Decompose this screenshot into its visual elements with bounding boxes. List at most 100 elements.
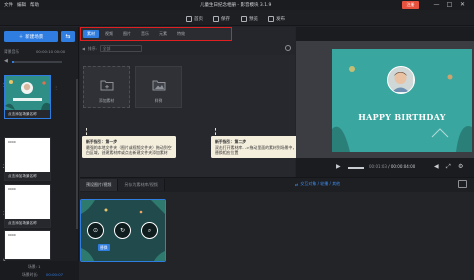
scene-caption[interactable]: 点击添加场景名称 [5,219,50,227]
window-title: 儿童生日纪念相册 - 影音模块 3.1.9 [200,3,272,8]
back-icon[interactable]: ◀ [82,46,85,51]
tip-pointer [86,128,87,135]
plus-icon: ＋ [18,34,24,40]
register-button[interactable]: 注册 [402,1,419,9]
sample-asset[interactable]: 样例 [135,66,182,108]
scene-badge: 0000 [7,187,17,191]
publish-icon [268,15,274,22]
preview-progress[interactable] [348,167,364,169]
add-folder-asset[interactable]: 添加素材 [83,66,130,108]
scene-item[interactable]: 0000 点击添加场景名称 [4,184,51,228]
category-tabs: 素材 视频 图片 音乐 元素 特效 [80,27,232,41]
maximize-button[interactable]: □ [445,1,454,9]
tip-title: 新手指引：第二步 [215,139,247,144]
birthday-photo [387,66,415,94]
position-label: 背景音乐 [4,49,20,54]
scene-options-button[interactable]: ⇆ [61,31,75,42]
minimize-button[interactable]: — [432,1,441,9]
toolbar-preview-label: 预览 [249,16,258,22]
preview-time-total: 00:00:04:00 [390,164,416,169]
preview-canvas: HAPPY BIRTHDAY [296,41,474,158]
scene-tools-icon[interactable]: ⋮ [54,85,58,90]
scene-duration-value[interactable]: 00:00:07 [46,272,63,277]
guide-tip-step2: 新手指引：第二步 双击打开素材库- ->拖动里面的素材到场景中，替换相应位置 [211,128,303,158]
search-icon[interactable] [285,45,291,51]
sort-label: 排序: [87,45,97,51]
title-bar: 文件 编辑 帮助 儿童生日纪念相册 - 影音模块 3.1.9 注册 — □ ✕ [0,0,474,10]
clip-edit-button[interactable]: ⊙ [87,222,104,239]
guide-tip-step1: 新手指引：第一步 最强的本地文件夹（图片或视频文件夹）拖动到空白区域，创建素材库… [82,128,176,158]
preview-decoration [332,66,472,152]
scene-panel-footer: 场景: 1 [0,261,79,280]
home-icon [186,15,192,22]
preview-scene[interactable]: HAPPY BIRTHDAY [332,49,472,152]
main-toolbar: 首页 保存 预览 发布 [0,10,474,26]
tab-elements[interactable]: 元素 [155,30,171,38]
tab-music[interactable]: 音乐 [137,30,153,38]
tip-title: 新手指引：第一步 [86,139,118,144]
menu-help[interactable]: 帮助 [30,2,39,8]
preview-controls: ▶ 00:01:03 / 00:00:04:00 ◀ ⤢ ⚙ [296,158,474,177]
scene-list-scrollbar[interactable] [76,79,78,229]
toolbar-save[interactable]: 保存 [213,14,230,23]
toolbar-preview[interactable]: 预览 [241,14,258,23]
clip-replace-button[interactable]: ↻ [114,222,131,239]
new-scene-button[interactable]: ＋ 新建场景 [4,31,58,42]
preview-time-current: 00:01:03 [369,164,387,169]
scene-duration-label: 场景时长: [22,272,39,277]
toolbar-home[interactable]: 首页 [186,14,203,23]
birthday-thumbnail [5,76,50,110]
scene-thumbnail: 0000 [5,185,50,219]
tab-save-as-library[interactable]: 另存为素材库/视频 [118,179,165,191]
toolbar-save-label: 保存 [221,16,230,22]
app-window: 文件 编辑 帮助 儿童生日纪念相册 - 影音模块 3.1.9 注册 — □ ✕ … [0,0,474,280]
scene-item[interactable]: 0000 点击添加场景名称 [4,137,51,181]
tip-pointer [215,128,216,135]
tab-materials[interactable]: 素材 [83,30,99,38]
menu-file[interactable]: 文件 [4,2,13,8]
tip-body: 最强的本地文件夹（图片或视频文件夹）拖动到空白区域，创建素材库或点击新建文件夹添… [86,145,172,155]
filter-input[interactable]: 全部 [99,45,142,52]
image-folder-icon [152,80,166,91]
toolbar-publish-label: 发布 [276,16,285,22]
tab-video[interactable]: 视频 [101,30,117,38]
interaction-icon: ⇄ [295,181,299,187]
menu-edit[interactable]: 编辑 [17,2,26,8]
interaction-link[interactable]: ⇄ 交互对象 / 轮播 / 其他 [295,181,340,187]
fullscreen-icon[interactable]: ⤢ [446,163,451,171]
scene-item[interactable]: 0000 [4,230,51,260]
scene-badge: 0000 [7,140,17,144]
scene-thumbnail: 0000 [5,138,50,172]
toolbar-publish[interactable]: 发布 [268,14,285,23]
clip-replace-label[interactable]: 替换 [98,244,110,251]
timeline-track: ⊙ ↻ ⌕ 替换 [80,192,474,280]
play-icon[interactable]: ▶ [336,163,341,170]
volume-icon: ◀ [4,58,8,64]
clip-crop-button[interactable]: ⌕ [141,222,158,239]
scene-item[interactable]: 点击添加场景名称 [4,75,51,119]
scene-caption[interactable]: 点击添加场景名称 [5,110,50,118]
close-button[interactable]: ✕ [458,1,467,9]
new-scene-label: 新建场景 [25,34,44,40]
volume-icon[interactable]: ◀ [434,163,439,170]
tip-body: 双击打开素材库- ->拖动里面的素材到场景中，替换相应位置 [215,145,297,155]
settings-icon[interactable]: ⚙ [458,163,463,170]
volume-slider[interactable] [12,61,62,63]
preview-panel: HAPPY BIRTHDAY ▶ 00:01:03 / 00:00:04:00 … [296,27,474,177]
filter-row: ◀ 排序: 全部 [82,44,230,53]
child-portrait [388,67,413,92]
tab-images[interactable]: 图片 [119,30,135,38]
tab-effects[interactable]: 特效 [173,30,189,38]
tab-preset-media[interactable]: 预设图片/视频 [80,179,119,191]
timeline-tabs: 预设图片/视频 另存为素材库/视频 [80,179,165,191]
time-label: 00:00:10 00:00 [36,49,66,54]
interaction-label: 交互对象 / 轮播 / 其他 [300,181,341,186]
asset-label: 样例 [154,98,163,103]
asset-grid: 添加素材 样例 [80,55,295,177]
scene-caption[interactable]: 点击添加场景名称 [5,172,50,180]
timeline-clip[interactable]: ⊙ ↻ ⌕ 替换 [80,199,166,262]
preview-time: 00:01:03 / 00:00:04:00 [369,164,416,169]
timeline-panel: 预设图片/视频 另存为素材库/视频 ⇄ 交互对象 / 轮播 / 其他 ⊙ ↻ ⌕… [80,177,474,280]
layout-icon[interactable] [458,180,467,188]
toolbar-home-label: 首页 [194,16,203,22]
